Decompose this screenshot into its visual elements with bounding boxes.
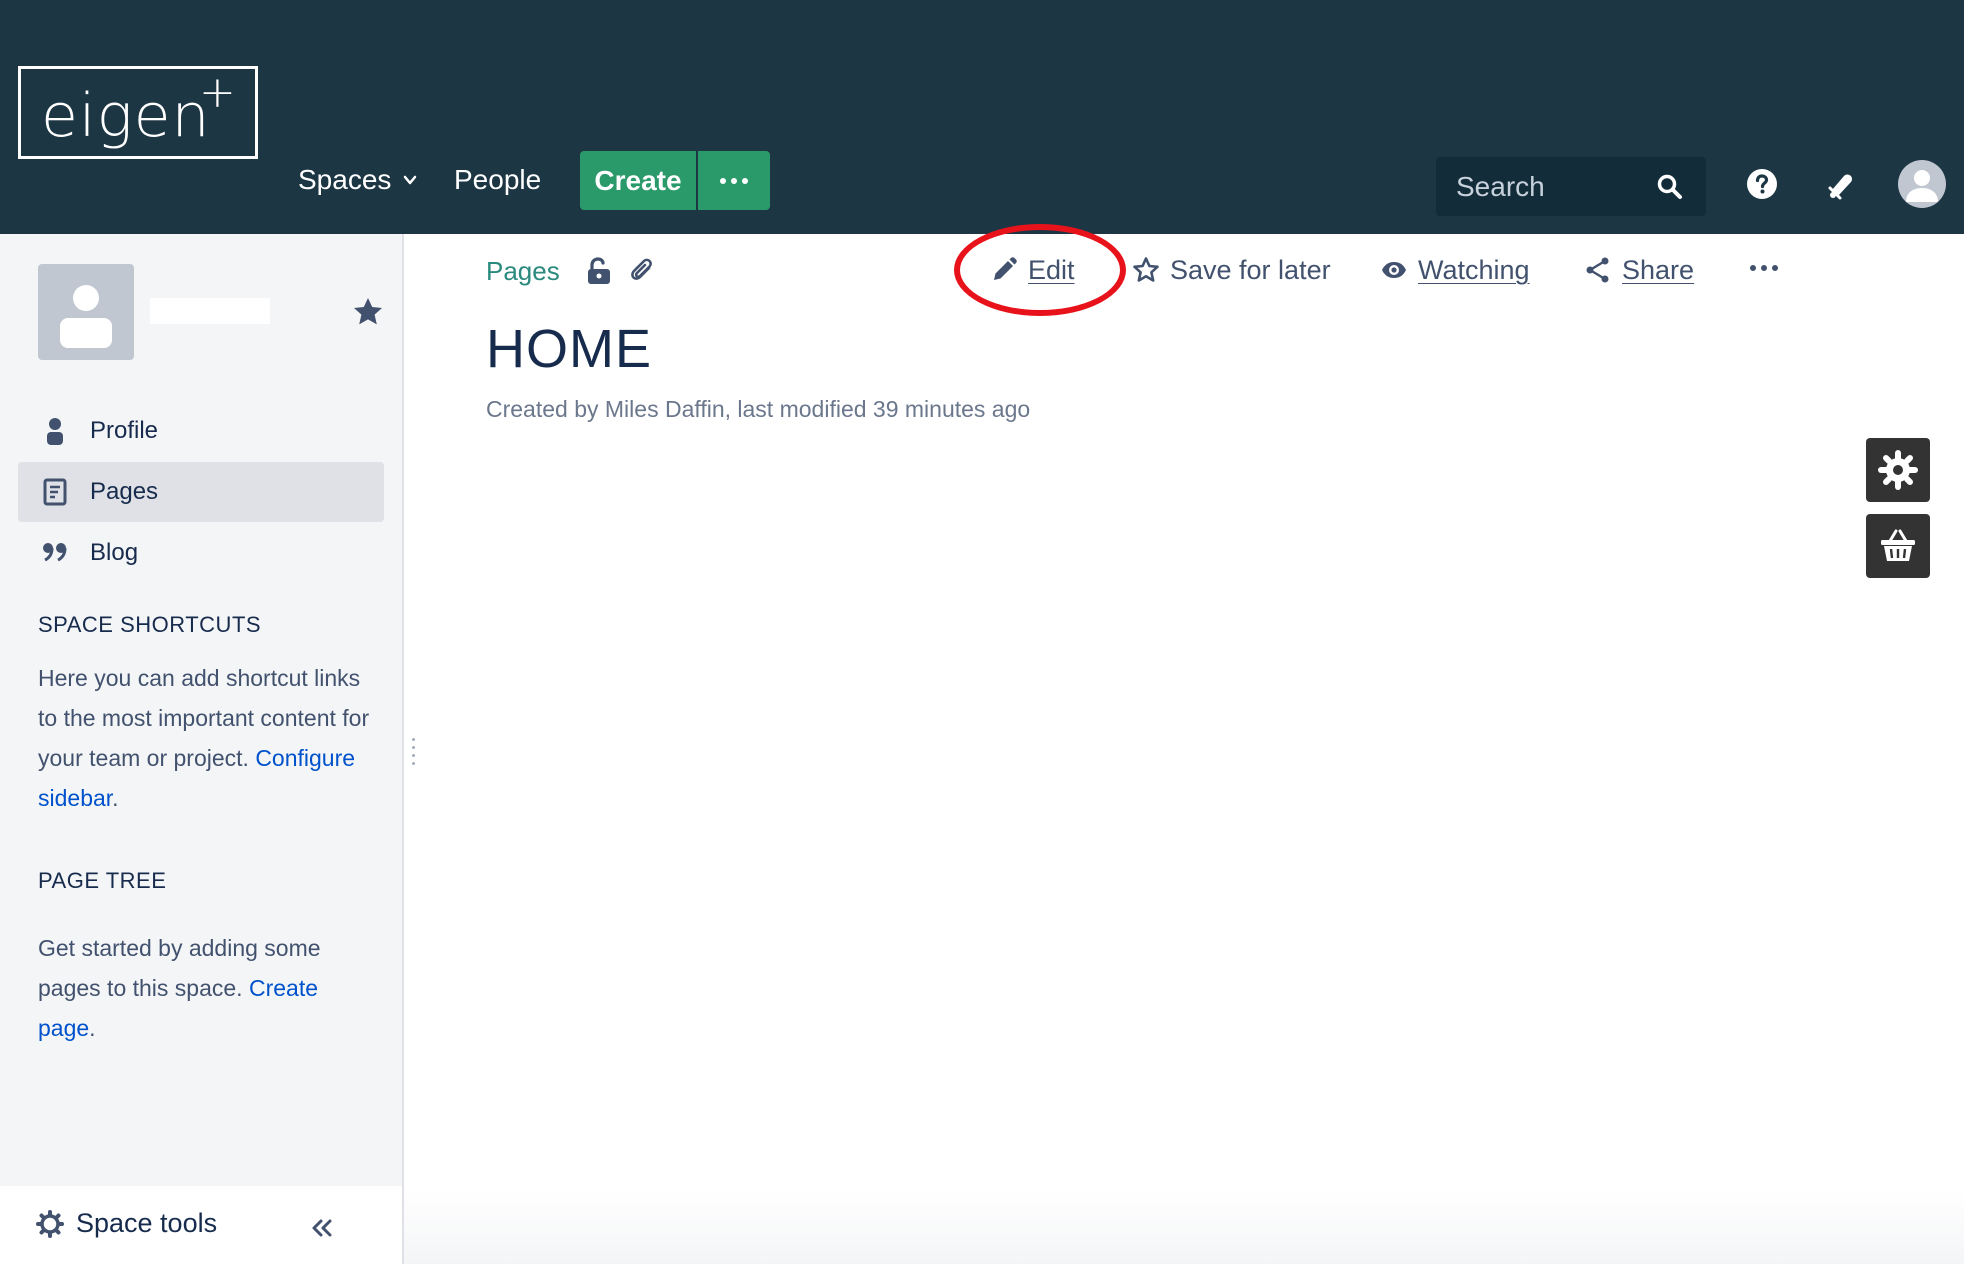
create-more-button[interactable]: [698, 151, 770, 210]
more-icon: [1750, 265, 1756, 271]
spaces-label: Spaces: [298, 164, 392, 195]
space-sidebar: Profile Pages Blog SPACE SHORTCUTS Here …: [0, 234, 404, 1264]
basket-float-button[interactable]: [1866, 514, 1930, 578]
space-shortcuts-heading: SPACE SHORTCUTS: [38, 612, 262, 637]
more-icon: [720, 177, 726, 184]
sidebar-item-blog[interactable]: Blog: [18, 523, 384, 583]
watching-button[interactable]: Watching: [1380, 252, 1530, 288]
page-tree-text: Get started by adding some pages to this…: [38, 928, 378, 1048]
collapse-sidebar-icon[interactable]: [310, 1216, 334, 1240]
share-icon: [1586, 257, 1609, 283]
logo-plus: +: [199, 67, 236, 118]
basket-icon: [1881, 529, 1915, 561]
more-actions-button[interactable]: [1750, 258, 1780, 278]
search-placeholder: Search: [1456, 171, 1545, 202]
page-tree-heading: PAGE TREE: [38, 868, 167, 893]
attachment-icon[interactable]: [628, 257, 656, 285]
logo-text: eigen: [41, 81, 211, 151]
help-icon[interactable]: [1746, 168, 1778, 200]
space-name[interactable]: [150, 298, 270, 324]
search-icon: [1657, 174, 1682, 199]
sidebar-resize-handle[interactable]: [412, 738, 415, 765]
notification-icon[interactable]: [1824, 168, 1858, 202]
quote-icon: [43, 543, 67, 562]
edit-highlight-annotation: [954, 224, 1126, 316]
favorite-star-icon[interactable]: [352, 296, 384, 328]
save-for-later-label: Save for later: [1170, 254, 1331, 285]
gear-icon: [1878, 450, 1918, 490]
sidebar-item-label: Profile: [90, 417, 159, 444]
chevron-down-icon: [404, 175, 417, 185]
spaces-menu[interactable]: Spaces: [298, 160, 417, 200]
star-outline-icon: [1133, 257, 1159, 282]
share-button[interactable]: Share: [1584, 252, 1694, 288]
breadcrumb-pages-link[interactable]: Pages: [486, 256, 560, 287]
page-title: HOME: [486, 319, 652, 379]
space-avatar[interactable]: [38, 264, 134, 360]
create-button[interactable]: Create: [580, 151, 696, 210]
watching-label: Watching: [1418, 254, 1530, 285]
eye-icon: [1382, 262, 1406, 278]
page-byline: Created by Miles Daffin, last modified 3…: [486, 396, 1031, 422]
sidebar-item-label: Pages: [90, 478, 159, 505]
search-input[interactable]: Search: [1436, 157, 1706, 216]
gear-icon: [36, 1210, 64, 1238]
people-link[interactable]: People: [454, 160, 541, 200]
save-for-later-button[interactable]: Save for later: [1132, 252, 1331, 288]
space-shortcuts-text: Here you can add shortcut links to the m…: [38, 658, 378, 818]
top-navigation-bar: eigen + Spaces People Create Search: [0, 0, 1964, 234]
share-label: Share: [1622, 254, 1695, 285]
sidebar-item-pages[interactable]: Pages: [18, 462, 384, 522]
page-tree-suffix: .: [89, 1015, 96, 1041]
page-icon: [43, 478, 67, 506]
person-icon: [47, 418, 63, 445]
space-avatar-icon: [60, 285, 112, 348]
space-tools-bar: Space tools: [0, 1186, 402, 1264]
bottom-fade: [404, 1190, 1964, 1264]
avatar-icon: [1906, 170, 1938, 202]
user-avatar[interactable]: [1898, 160, 1946, 208]
shortcuts-suffix: .: [112, 785, 119, 811]
eigen-logo[interactable]: eigen +: [18, 66, 258, 159]
sidebar-item-profile[interactable]: Profile: [18, 401, 384, 461]
sidebar-item-label: Blog: [90, 539, 139, 566]
space-tools-button[interactable]: Space tools: [76, 1208, 217, 1239]
settings-float-button[interactable]: [1866, 438, 1930, 502]
unlock-icon[interactable]: [586, 257, 612, 285]
